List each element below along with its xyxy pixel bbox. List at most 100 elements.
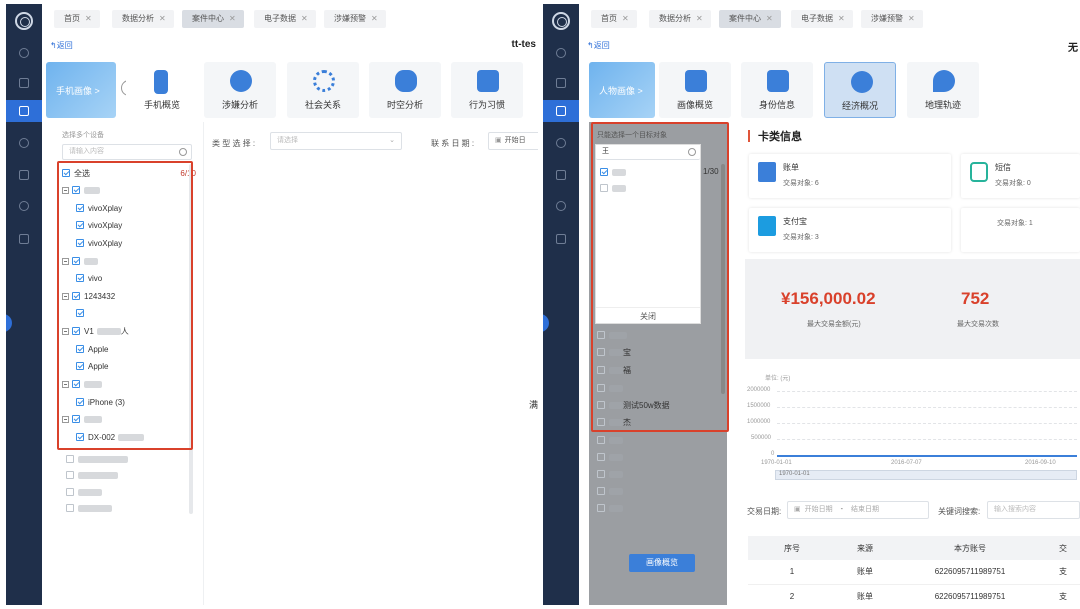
tab-case-center[interactable]: 案件中心 ✕: [182, 10, 244, 28]
case-icon[interactable]: [6, 100, 42, 122]
checkbox[interactable]: [66, 488, 74, 496]
feature-label: 经济概况: [841, 101, 878, 111]
phone-portrait-card[interactable]: 手机画像 >: [46, 62, 116, 118]
column-header[interactable]: 序号: [748, 536, 836, 560]
checkbox[interactable]: [597, 487, 605, 495]
close-icon[interactable]: ✕: [766, 14, 773, 23]
device-search-input[interactable]: 请输入内容: [62, 144, 192, 160]
list-item[interactable]: [597, 500, 623, 517]
analysis-icon[interactable]: [543, 132, 579, 154]
close-icon[interactable]: ✕: [85, 14, 92, 23]
tab-label: 案件中心: [192, 14, 224, 23]
date-start-input[interactable]: ▣ 开始日: [488, 132, 538, 150]
grid-line: [777, 407, 1077, 408]
tree-unselected[interactable]: [66, 484, 102, 501]
feature-portrait-overview[interactable]: 画像概览: [659, 62, 731, 118]
zoom-brush[interactable]: [775, 470, 1077, 480]
list-item[interactable]: [597, 449, 623, 466]
tree-unselected[interactable]: [66, 500, 112, 517]
close-icon[interactable]: ✕: [229, 14, 236, 23]
tab-electronic-data[interactable]: 电子数据 ✕: [254, 10, 316, 28]
document-icon[interactable]: [6, 164, 42, 186]
column-header[interactable]: 本方账号: [894, 536, 1046, 560]
feature-economic[interactable]: 经济概况: [824, 62, 896, 118]
tab-electronic-data[interactable]: 电子数据 ✕: [791, 10, 853, 28]
redacted-text: [78, 472, 118, 479]
warning-icon[interactable]: [6, 195, 42, 217]
home-icon[interactable]: [6, 42, 42, 64]
table-cell: 1: [748, 560, 836, 585]
analysis-icon[interactable]: [6, 132, 42, 154]
chart-icon[interactable]: [6, 72, 42, 94]
close-icon[interactable]: ✕: [696, 14, 703, 23]
date-separator: -: [840, 506, 843, 513]
close-icon[interactable]: ✕: [371, 14, 378, 23]
back-arrow-icon: ↰: [587, 41, 594, 50]
checkbox[interactable]: [597, 453, 605, 461]
chart-icon[interactable]: [543, 72, 579, 94]
checkbox[interactable]: [66, 455, 74, 463]
close-icon[interactable]: ✕: [622, 14, 629, 23]
card-other[interactable]: 交易对象: 1: [961, 208, 1080, 252]
card-sub-label: 交易对象:: [995, 180, 1025, 187]
list-item[interactable]: [597, 466, 623, 483]
grid-line: [777, 423, 1077, 424]
checkbox[interactable]: [597, 504, 605, 512]
y-tick-label: 2000000: [747, 387, 771, 393]
card-value: 0: [1026, 180, 1031, 187]
feature-social-relations[interactable]: 社会关系: [287, 62, 359, 118]
close-icon[interactable]: ✕: [301, 14, 308, 23]
tab-warning[interactable]: 涉嫌预警 ✕: [324, 10, 386, 28]
type-select[interactable]: 请选择 ⌄: [270, 132, 402, 150]
tab-data-analysis[interactable]: 数据分析 ✕: [649, 10, 711, 28]
checkbox[interactable]: [597, 436, 605, 444]
feature-behavior[interactable]: 行为习惯: [451, 62, 523, 118]
redacted-text: [609, 488, 623, 495]
home-icon[interactable]: [543, 42, 579, 64]
card-value: 1: [1028, 220, 1033, 227]
tree-unselected[interactable]: [66, 451, 128, 468]
close-icon[interactable]: ✕: [908, 14, 915, 23]
feature-suspect-analysis[interactable]: 涉嫌分析: [204, 62, 276, 118]
close-icon[interactable]: ✕: [838, 14, 845, 23]
feature-spatiotemporal[interactable]: 时空分析: [369, 62, 441, 118]
settings-icon[interactable]: [543, 228, 579, 250]
feature-geo-track[interactable]: 地理轨迹: [907, 62, 979, 118]
checkbox[interactable]: [66, 471, 74, 479]
date-range-input[interactable]: ▣ 开始日期 - 结束日期: [787, 501, 929, 519]
close-icon[interactable]: ✕: [159, 14, 166, 23]
keyword-input[interactable]: 输入搜索内容: [987, 501, 1080, 519]
back-link[interactable]: ↰返回: [50, 40, 73, 51]
tab-home[interactable]: 首页 ✕: [54, 10, 100, 28]
tab-home[interactable]: 首页 ✕: [591, 10, 637, 28]
tree-unselected[interactable]: [66, 467, 118, 484]
table-row[interactable]: 1 账单 6226095711989751 支: [748, 560, 1080, 585]
card-sms[interactable]: 短信 交易对象: 0: [961, 154, 1080, 198]
list-item[interactable]: [597, 432, 623, 449]
portrait-overview-button[interactable]: 画像概览: [629, 554, 695, 572]
tab-warning[interactable]: 涉嫌预警 ✕: [861, 10, 923, 28]
case-icon[interactable]: [543, 100, 579, 122]
person-portrait-card[interactable]: 人物画像 >: [589, 62, 655, 118]
checkbox[interactable]: [66, 504, 74, 512]
search-icon[interactable]: [179, 148, 187, 156]
list-item[interactable]: [597, 483, 623, 500]
column-header[interactable]: 来源: [836, 536, 894, 560]
section-title: 卡类信息: [758, 131, 802, 143]
card-bill[interactable]: 账单 交易对象: 6: [749, 154, 951, 198]
checkbox[interactable]: [597, 470, 605, 478]
settings-icon[interactable]: [6, 228, 42, 250]
back-link[interactable]: ↰返回: [587, 40, 610, 51]
warning-icon[interactable]: [543, 195, 579, 217]
column-header[interactable]: 交: [1046, 536, 1080, 560]
redacted-text: [609, 505, 623, 512]
feature-identity[interactable]: 身份信息: [741, 62, 813, 118]
table-row[interactable]: 2 账单 6226095711989751 支: [748, 584, 1080, 605]
card-alipay[interactable]: 支付宝 交易对象: 3: [749, 208, 951, 252]
tab-data-analysis[interactable]: 数据分析 ✕: [112, 10, 174, 28]
feature-phone-overview[interactable]: 手机概览: [126, 62, 198, 118]
document-icon[interactable]: [543, 164, 579, 186]
tab-case-center[interactable]: 案件中心 ✕: [719, 10, 781, 28]
x-tick-label: 2016-07-07: [891, 460, 922, 466]
alipay-icon: [758, 216, 776, 236]
